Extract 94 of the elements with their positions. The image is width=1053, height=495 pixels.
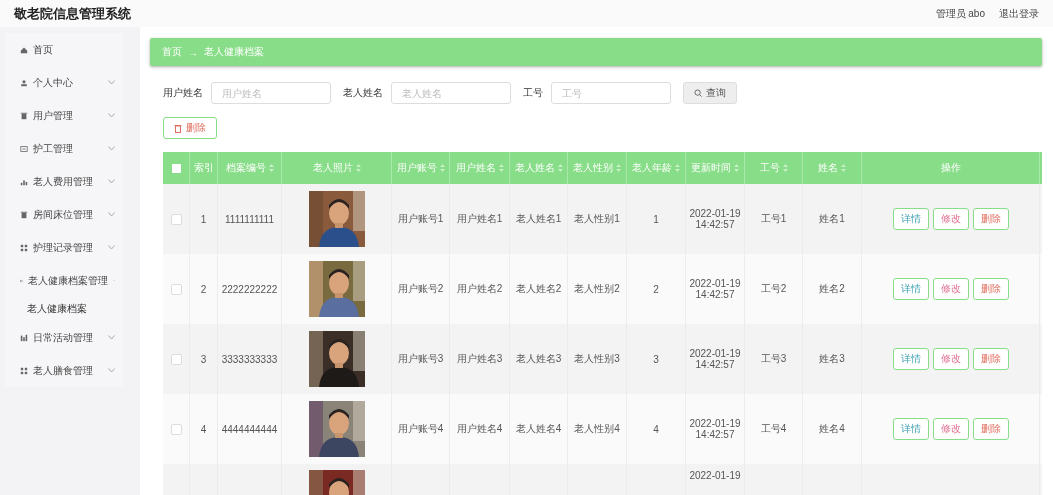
- table-cell: 2222222222: [221, 283, 278, 295]
- sidebar-item[interactable]: 老人费用管理: [5, 165, 123, 198]
- column-header: 索引: [193, 161, 214, 175]
- table-cell: 用户姓名2: [456, 282, 503, 296]
- sidebar-item[interactable]: 房间床位管理: [5, 198, 123, 231]
- table-cell: 2: [653, 283, 659, 295]
- table-cell: 工号1: [760, 212, 787, 226]
- table-cell: 用户账号2: [397, 282, 444, 296]
- row-checkbox[interactable]: [170, 353, 182, 365]
- table-cell: 工号4: [760, 422, 787, 436]
- menu-icon: [20, 333, 28, 342]
- delete-button[interactable]: 删除: [972, 278, 1009, 300]
- search-icon: [694, 89, 702, 97]
- select-all-checkbox[interactable]: [171, 163, 181, 173]
- menu-icon: [20, 366, 28, 375]
- table-cell: 老人性别4: [574, 422, 620, 436]
- table-cell: 老人性别1: [574, 212, 620, 226]
- table-cell: 用户账号3: [397, 352, 444, 366]
- table-cell: 3: [200, 353, 207, 365]
- table-cell: 2022-01-19 14:42:57: [689, 278, 741, 300]
- search-field[interactable]: 老人姓名: [391, 82, 511, 104]
- details-button[interactable]: 详情: [892, 278, 929, 300]
- menu-icon: [20, 210, 28, 219]
- table-cell: 姓名2: [819, 282, 845, 296]
- row-checkbox[interactable]: [170, 213, 182, 225]
- menu-icon: [20, 78, 28, 87]
- table-cell: 4: [200, 423, 207, 435]
- menu-icon: [20, 45, 28, 54]
- trash-icon: [174, 123, 182, 133]
- sidebar-item[interactable]: 护工管理: [5, 132, 123, 165]
- menu-icon: [20, 144, 28, 153]
- row-checkbox[interactable]: [170, 423, 182, 435]
- table-cell: 4: [653, 423, 659, 435]
- table-cell: 用户姓名3: [456, 352, 503, 366]
- column-header: 操作: [940, 161, 961, 175]
- table-cell: 姓名4: [819, 422, 845, 436]
- search-field[interactable]: 用户姓名: [211, 82, 331, 104]
- table-cell: 1111111111: [225, 213, 274, 225]
- table-cell: 4444444444: [221, 423, 278, 435]
- table-cell: 工号2: [760, 282, 787, 296]
- field-label: 工号: [523, 86, 543, 100]
- table-cell: 老人姓名1: [515, 212, 562, 226]
- table-cell: 老人姓名3: [515, 352, 562, 366]
- row-checkbox[interactable]: [170, 283, 182, 295]
- table-cell: 老人性别2: [574, 282, 620, 296]
- delete-button[interactable]: 删除: [972, 418, 1009, 440]
- edit-button[interactable]: 修改: [932, 208, 969, 230]
- app-title: 敬老院信息管理系统: [14, 4, 131, 23]
- logout-link[interactable]: 退出登录: [999, 6, 1039, 21]
- search-field[interactable]: 工号: [551, 82, 671, 104]
- sidebar-item[interactable]: 老人健康档案管理: [5, 264, 123, 297]
- table-cell: 3333333333: [221, 353, 278, 365]
- table-cell: 3: [653, 353, 659, 365]
- table-cell: 用户账号4: [397, 422, 444, 436]
- table-cell: 2022-01-19: [689, 470, 741, 481]
- table-cell: 工号3: [760, 352, 787, 366]
- sidebar-item[interactable]: 用户管理: [5, 99, 123, 132]
- breadcrumb-separator: →: [188, 46, 198, 58]
- edit-button[interactable]: 修改: [932, 278, 969, 300]
- table-cell: 1: [200, 213, 207, 225]
- table-cell: 用户姓名4: [456, 422, 503, 436]
- table-cell: 用户姓名1: [456, 212, 503, 226]
- sidebar-item[interactable]: 老人膳食管理: [5, 354, 123, 387]
- edit-button[interactable]: 修改: [932, 348, 969, 370]
- sidebar-subitem[interactable]: 老人健康档案: [5, 297, 123, 321]
- table-cell: 2022-01-19 14:42:57: [689, 418, 741, 440]
- table-cell: 2022-01-19 14:42:57: [689, 348, 741, 370]
- table-cell: 姓名3: [819, 352, 845, 366]
- sidebar-item[interactable]: 个人中心: [5, 66, 123, 99]
- search-button[interactable]: 查询: [683, 82, 737, 104]
- admin-label: 管理员 abo: [935, 6, 985, 21]
- sidebar-item[interactable]: 首页: [5, 33, 123, 66]
- table-cell: 老人姓名2: [515, 282, 562, 296]
- sidebar-item[interactable]: 日常活动管理: [5, 321, 123, 354]
- menu-icon: [20, 243, 28, 252]
- details-button[interactable]: 详情: [892, 348, 929, 370]
- table-cell: 用户账号1: [397, 212, 444, 226]
- menu-icon: [20, 111, 28, 120]
- sidebar-item[interactable]: 护理记录管理: [5, 231, 123, 264]
- table-cell: 1: [653, 213, 659, 225]
- table-cell: 2022-01-19 14:42:57: [689, 208, 741, 230]
- edit-button[interactable]: 修改: [932, 418, 969, 440]
- table-cell: 姓名1: [819, 212, 845, 226]
- field-label: 老人姓名: [343, 86, 383, 100]
- delete-button[interactable]: 删除: [972, 208, 1009, 230]
- table-cell: 老人性别3: [574, 352, 620, 366]
- details-button[interactable]: 详情: [892, 418, 929, 440]
- menu-icon: [20, 177, 28, 186]
- delete-button[interactable]: 删除: [163, 117, 217, 139]
- field-label: 用户姓名: [163, 86, 203, 100]
- table-cell: 2: [200, 283, 207, 295]
- table-cell: 老人姓名4: [515, 422, 562, 436]
- delete-button[interactable]: 删除: [972, 348, 1009, 370]
- details-button[interactable]: 详情: [892, 208, 929, 230]
